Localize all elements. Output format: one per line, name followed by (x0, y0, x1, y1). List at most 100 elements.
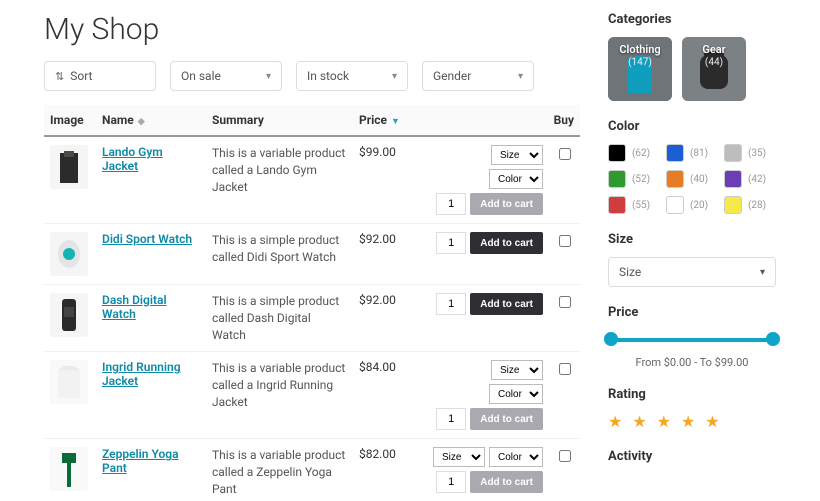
swatch-count: (52) (632, 174, 650, 185)
chevron-down-icon: ▾ (760, 267, 765, 278)
color-swatch[interactable] (724, 170, 742, 188)
product-price: $82.00 (353, 439, 419, 501)
filter-onsale[interactable]: On sale▾ (170, 61, 282, 91)
filter-instock[interactable]: In stock▾ (296, 61, 408, 91)
col-price[interactable]: Price▼ (353, 105, 419, 136)
chevron-down-icon: ▾ (266, 71, 271, 82)
product-name-cell: Didi Sport Watch (96, 224, 206, 285)
product-image-cell (44, 285, 96, 352)
categories-section: Categories Clothing (147) Gear (44) (608, 12, 776, 101)
add-to-cart-button[interactable]: Add to cart (470, 193, 543, 215)
variant-size-select[interactable]: Size (491, 360, 543, 380)
quantity-input[interactable] (436, 232, 466, 254)
slider-track (608, 338, 776, 342)
product-link[interactable]: Didi Sport Watch (102, 232, 192, 246)
slider-knob-max[interactable] (766, 332, 780, 346)
swatch-count: (62) (632, 148, 650, 159)
col-summary: Summary (206, 105, 353, 136)
category-gear[interactable]: Gear (44) (682, 37, 746, 101)
quantity-input[interactable] (436, 408, 466, 430)
quantity-input[interactable] (436, 193, 466, 215)
chevron-down-icon: ▾ (518, 71, 523, 82)
size-dropdown[interactable]: Size ▾ (608, 257, 776, 287)
select-checkbox[interactable] (559, 296, 571, 308)
product-link[interactable]: Ingrid Running Jacket (102, 360, 181, 388)
col-buy: Buy (419, 105, 580, 136)
product-thumb[interactable] (50, 360, 88, 404)
quantity-input[interactable] (436, 293, 466, 315)
product-image-cell (44, 224, 96, 285)
select-checkbox[interactable] (559, 148, 571, 160)
color-swatch-line: (20) (666, 196, 718, 214)
product-summary: This is a variable product called a Land… (206, 136, 353, 224)
product-name-cell: Zeppelin Yoga Pant (96, 439, 206, 501)
table-row: Zeppelin Yoga Pant This is a variable pr… (44, 439, 580, 501)
color-swatch[interactable] (666, 196, 684, 214)
color-swatch[interactable] (608, 144, 626, 162)
swatch-count: (35) (748, 148, 766, 159)
color-heading: Color (608, 119, 776, 134)
product-image-cell (44, 352, 96, 439)
variant-color-select[interactable]: Color (489, 447, 543, 467)
product-link[interactable]: Lando Gym Jacket (102, 145, 163, 173)
product-thumb[interactable] (50, 145, 88, 189)
color-swatch[interactable] (724, 196, 742, 214)
product-price: $92.00 (353, 224, 419, 285)
quantity-input[interactable] (436, 471, 466, 493)
add-to-cart-button[interactable]: Add to cart (470, 408, 543, 430)
variant-size-select[interactable]: Size (433, 447, 485, 467)
color-swatch[interactable] (608, 196, 626, 214)
price-section: Price From $0.00 - To $99.00 (608, 305, 776, 369)
color-swatch-line: (52) (608, 170, 660, 188)
product-buy-cell: Size Color Add to cart (419, 352, 549, 439)
product-thumb[interactable] (50, 447, 88, 491)
rating-stars[interactable]: ★ ★ ★ ★ ★ (608, 412, 776, 431)
product-summary: This is a simple product called Dash Dig… (206, 285, 353, 352)
color-swatch-line: (28) (724, 196, 776, 214)
rating-heading: Rating (608, 387, 776, 402)
product-image-cell (44, 439, 96, 501)
sort-icon: ◆ (138, 117, 145, 127)
add-to-cart-button[interactable]: Add to cart (470, 232, 543, 254)
sidebar: Categories Clothing (147) Gear (44) Colo… (608, 12, 776, 501)
variant-size-select[interactable]: Size (491, 145, 543, 165)
product-link[interactable]: Zeppelin Yoga Pant (102, 447, 179, 475)
product-link[interactable]: Dash Digital Watch (102, 293, 167, 321)
product-buy-cell: Size Color Add to cart (419, 136, 549, 224)
activity-section: Activity (608, 449, 776, 464)
table-row: Dash Digital Watch This is a simple prod… (44, 285, 580, 352)
rating-section: Rating ★ ★ ★ ★ ★ (608, 387, 776, 431)
categories-heading: Categories (608, 12, 776, 27)
product-table: Image Name◆ Summary Price▼ Buy Lando Gym… (44, 105, 580, 501)
category-count: (147) (608, 57, 672, 68)
select-checkbox[interactable] (559, 235, 571, 247)
color-swatch[interactable] (666, 144, 684, 162)
swatch-count: (42) (748, 174, 766, 185)
category-clothing[interactable]: Clothing (147) (608, 37, 672, 101)
color-swatch[interactable] (666, 170, 684, 188)
product-thumb[interactable] (50, 232, 88, 276)
color-swatch[interactable] (608, 170, 626, 188)
product-select-cell (549, 285, 580, 352)
price-slider[interactable] (608, 330, 776, 350)
page-title: My Shop (44, 12, 580, 47)
add-to-cart-button[interactable]: Add to cart (470, 471, 543, 493)
product-thumb[interactable] (50, 293, 88, 337)
select-checkbox[interactable] (559, 450, 571, 462)
variant-color-select[interactable]: Color (489, 169, 543, 189)
sort-button[interactable]: Sort (44, 61, 156, 91)
product-summary: This is a variable product called a Ingr… (206, 352, 353, 439)
filter-instock-label: In stock (307, 69, 349, 83)
add-to-cart-button[interactable]: Add to cart (470, 293, 543, 315)
product-name-cell: Ingrid Running Jacket (96, 352, 206, 439)
color-swatch-line: (62) (608, 144, 660, 162)
select-checkbox[interactable] (559, 363, 571, 375)
variant-color-select[interactable]: Color (489, 384, 543, 404)
col-name[interactable]: Name◆ (96, 105, 206, 136)
slider-knob-min[interactable] (604, 332, 618, 346)
filter-gender[interactable]: Gender▾ (422, 61, 534, 91)
category-count: (44) (682, 57, 746, 68)
swatch-count: (55) (632, 200, 650, 211)
table-row: Didi Sport Watch This is a simple produc… (44, 224, 580, 285)
color-swatch[interactable] (724, 144, 742, 162)
